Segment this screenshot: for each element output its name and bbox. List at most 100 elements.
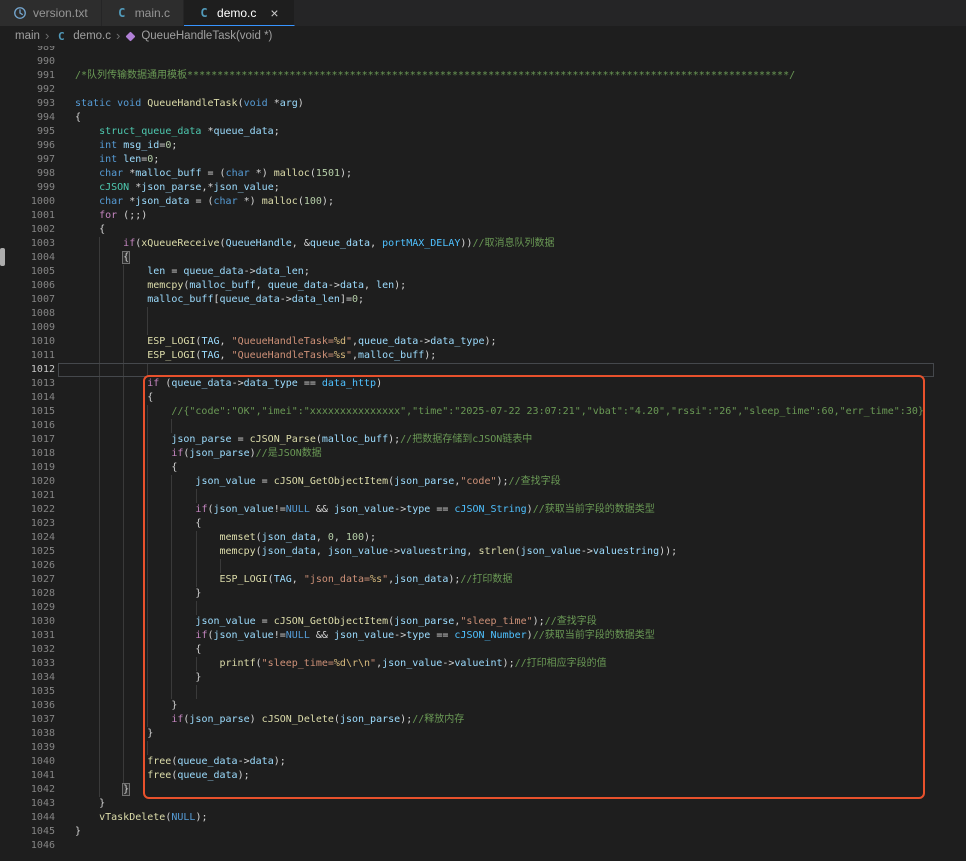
indent-guide — [171, 629, 173, 643]
line-number[interactable]: 1044 — [0, 811, 55, 825]
line-number[interactable]: 1039 — [0, 741, 55, 755]
line-number[interactable]: 1021 — [0, 489, 55, 503]
code-token: queue_data — [309, 238, 371, 249]
line-number[interactable]: 1022 — [0, 503, 55, 517]
code-token: json_parse — [171, 434, 232, 445]
line-number[interactable]: 1008 — [0, 307, 55, 321]
tab-version-txt[interactable]: version.txt — [0, 0, 102, 26]
code-token: )); — [659, 546, 678, 557]
indent-guide — [99, 461, 101, 475]
line-number[interactable]: 1046 — [0, 839, 55, 853]
code-token: strlen — [478, 546, 515, 557]
indent-guide — [147, 531, 149, 545]
line-number[interactable]: 991 — [0, 69, 55, 83]
line-number[interactable]: 1034 — [0, 671, 55, 685]
code-token: malloc_buff — [135, 168, 202, 179]
code-line: 1021 — [0, 489, 966, 503]
line-number[interactable]: 1000 — [0, 195, 55, 209]
line-number[interactable]: 1032 — [0, 643, 55, 657]
line-number[interactable]: 1017 — [0, 433, 55, 447]
indent-guide — [123, 475, 125, 489]
line-number[interactable]: 1036 — [0, 699, 55, 713]
line-number[interactable]: 1029 — [0, 601, 55, 615]
indent-guide — [123, 601, 125, 615]
line-number[interactable]: 1038 — [0, 727, 55, 741]
code-line: 1025 memcpy(json_data, json_value->value… — [0, 545, 966, 559]
line-number[interactable]: 1002 — [0, 223, 55, 237]
line-number[interactable]: 1009 — [0, 321, 55, 335]
line-number[interactable]: 1024 — [0, 531, 55, 545]
code-text: } — [75, 825, 966, 839]
line-number[interactable]: 1020 — [0, 475, 55, 489]
code-token: 1501 — [315, 168, 340, 179]
line-number[interactable]: 990 — [0, 55, 55, 69]
code-text: printf("sleep_time=%d\r\n",json_value->v… — [75, 657, 966, 671]
line-number[interactable]: 1006 — [0, 279, 55, 293]
line-number[interactable]: 1033 — [0, 657, 55, 671]
code-token: } — [75, 700, 178, 711]
line-number[interactable]: 1030 — [0, 615, 55, 629]
line-number[interactable]: 1026 — [0, 559, 55, 573]
line-number[interactable]: 1016 — [0, 419, 55, 433]
line-number[interactable]: 994 — [0, 111, 55, 125]
line-number[interactable]: 1025 — [0, 545, 55, 559]
line-number[interactable]: 1014 — [0, 391, 55, 405]
code-line: 1009 — [0, 321, 966, 335]
line-number[interactable]: 998 — [0, 167, 55, 181]
line-number[interactable]: 1027 — [0, 573, 55, 587]
line-number[interactable]: 1003 — [0, 237, 55, 251]
line-number[interactable]: 1005 — [0, 265, 55, 279]
code-token: json_parse — [189, 448, 250, 459]
line-number[interactable]: 993 — [0, 97, 55, 111]
line-number[interactable]: 1015 — [0, 405, 55, 419]
code-text: } — [75, 797, 966, 811]
indent-guide — [99, 265, 101, 279]
line-number[interactable]: 995 — [0, 125, 55, 139]
line-number[interactable]: 1028 — [0, 587, 55, 601]
code-token: ; — [153, 154, 160, 165]
code-line: 1023 { — [0, 517, 966, 531]
line-number[interactable]: 1031 — [0, 629, 55, 643]
code-token: ) — [249, 714, 262, 725]
line-number[interactable]: 1019 — [0, 461, 55, 475]
line-number[interactable]: 1013 — [0, 377, 55, 391]
line-number[interactable]: 1040 — [0, 755, 55, 769]
line-number[interactable]: 1007 — [0, 293, 55, 307]
line-number[interactable]: 997 — [0, 153, 55, 167]
indent-guide — [123, 363, 125, 377]
breadcrumb-item-file[interactable]: demo.c — [73, 30, 111, 42]
code-token: json_value — [195, 476, 256, 487]
breadcrumb-item-main[interactable]: main — [15, 30, 40, 42]
line-number[interactable]: 996 — [0, 139, 55, 153]
code-token: ESP_LOGI — [147, 350, 196, 361]
code-token: cJSON_Parse — [249, 434, 316, 445]
tab-demo-c[interactable]: C demo.c × — [184, 0, 295, 26]
line-number[interactable]: 1042 — [0, 783, 55, 797]
code-token: json_value — [213, 504, 274, 515]
code-token: queue_data — [358, 336, 419, 347]
code-text: memcpy(json_data, json_value->valuestrin… — [75, 545, 966, 559]
line-number[interactable]: 1018 — [0, 447, 55, 461]
line-number[interactable]: 989 — [0, 46, 55, 55]
line-number[interactable]: 1011 — [0, 349, 55, 363]
code-token: data_http — [321, 378, 377, 389]
line-number[interactable]: 999 — [0, 181, 55, 195]
line-number[interactable]: 1010 — [0, 335, 55, 349]
line-number[interactable]: 1001 — [0, 209, 55, 223]
line-number[interactable]: 1023 — [0, 517, 55, 531]
line-number[interactable]: 1004 — [0, 251, 55, 265]
code-token: -> — [243, 266, 256, 277]
line-number[interactable]: 1043 — [0, 797, 55, 811]
line-number[interactable]: 1037 — [0, 713, 55, 727]
line-number[interactable]: 992 — [0, 83, 55, 97]
line-number[interactable]: 1045 — [0, 825, 55, 839]
tab-main-c[interactable]: C main.c — [101, 0, 185, 26]
line-number[interactable]: 1035 — [0, 685, 55, 699]
line-number[interactable]: 1041 — [0, 769, 55, 783]
code-editor[interactable]: 989 990 991 /*队列传输数据通用模板*******************… — [0, 46, 966, 861]
close-tab-icon[interactable]: × — [268, 6, 280, 20]
breadcrumb-item-symbol[interactable]: QueueHandleTask(void *) — [141, 30, 272, 42]
line-number[interactable]: 1012 — [0, 363, 55, 377]
